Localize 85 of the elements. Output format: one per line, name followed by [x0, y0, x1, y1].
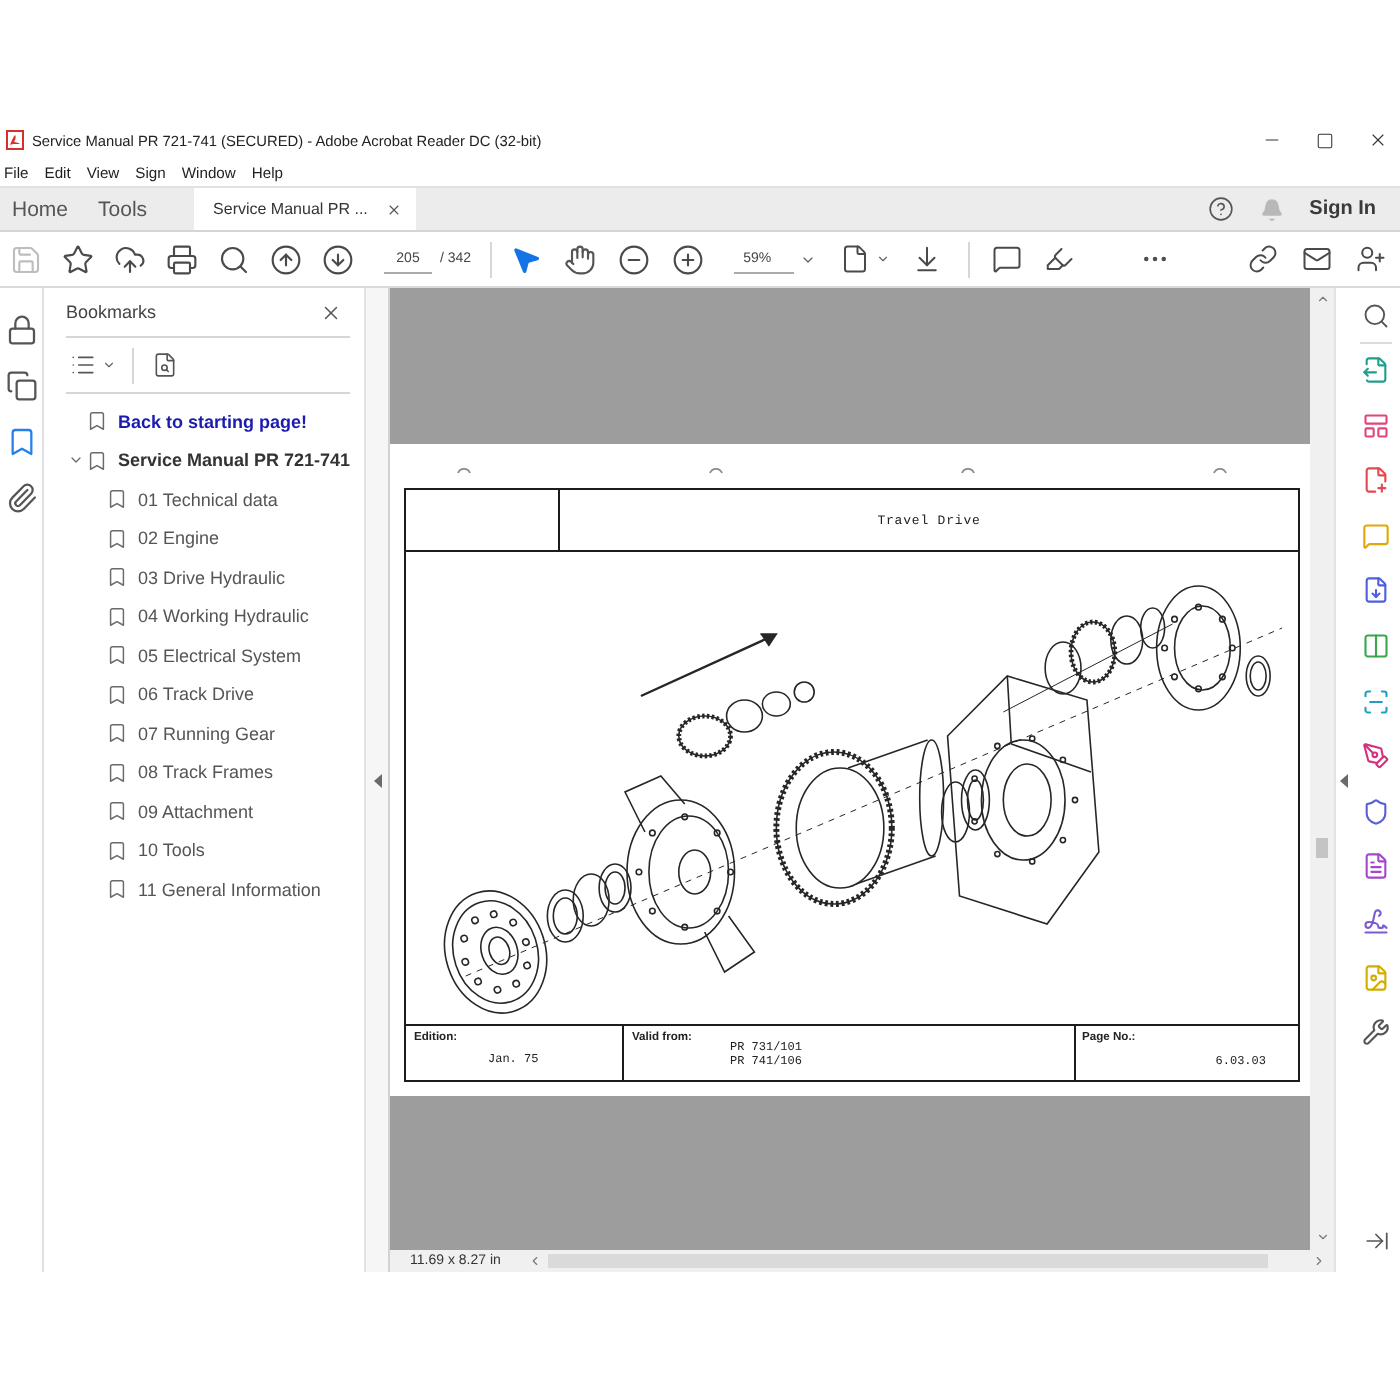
bookmark-icon [86, 410, 108, 433]
close-icon[interactable] [1368, 130, 1388, 150]
document-icon[interactable] [1362, 852, 1390, 881]
panel-title: Bookmarks [66, 302, 157, 322]
shield-icon[interactable] [1362, 797, 1390, 826]
punch-hole-icon [708, 462, 724, 474]
bookmark-item[interactable]: Back to starting page! [66, 402, 308, 441]
close-icon[interactable] [385, 201, 402, 217]
tab[interactable]: Service Manual PR ... [193, 188, 416, 230]
paperclip-icon[interactable] [5, 482, 37, 514]
bookmark-icon [106, 488, 128, 511]
bookmark-icon [106, 566, 128, 589]
bookmark-item[interactable]: 11 General Information [66, 870, 321, 909]
two-columns-icon[interactable] [1362, 631, 1390, 660]
search-icon[interactable] [1362, 302, 1390, 330]
maximize-icon[interactable] [1316, 131, 1334, 149]
bookmark-icon [106, 683, 128, 706]
bookmark-item[interactable]: 04 Working Hydraulic [66, 597, 309, 636]
bookmark-icon [106, 761, 128, 784]
star-icon[interactable] [62, 243, 94, 275]
bookmark-icon [86, 449, 108, 472]
tab[interactable]: Home [0, 188, 87, 230]
arrow-down-circle-icon[interactable] [322, 243, 354, 275]
vertical-scrollbar[interactable] [1310, 288, 1334, 1250]
pointer-icon[interactable] [510, 243, 543, 275]
arrow-up-circle-icon[interactable] [270, 243, 302, 275]
zoom-out-icon[interactable] [618, 243, 651, 275]
bookmark-icon [106, 605, 128, 628]
bookmark-item[interactable]: 07 Running Gear [66, 714, 276, 753]
link-icon[interactable] [1248, 244, 1278, 274]
comment-icon[interactable] [992, 244, 1023, 274]
scan-icon[interactable] [1362, 687, 1390, 716]
bookmark-item[interactable]: 09 Attachment [66, 792, 254, 831]
sign-in-button[interactable]: Sign In [1309, 198, 1376, 220]
bookmark-item[interactable]: 02 Engine [66, 519, 220, 558]
hand-icon[interactable] [564, 243, 597, 275]
scroll-down-icon[interactable] [1315, 1230, 1329, 1244]
file-search-icon[interactable] [152, 352, 178, 378]
punch-hole-icon [960, 462, 976, 474]
bookmark-item[interactable]: Service Manual PR 721-741 [66, 441, 351, 480]
cloud-upload-icon[interactable] [114, 243, 146, 275]
bookmark-item[interactable]: 05 Electrical System [66, 636, 302, 675]
scrollbar-thumb[interactable] [1316, 838, 1328, 858]
user-plus-icon[interactable] [1356, 244, 1386, 274]
printer-icon[interactable] [166, 243, 198, 275]
bookmark-icon [106, 839, 128, 862]
pdf-app-icon [6, 130, 24, 150]
bookmark-item[interactable]: 10 Tools [66, 831, 205, 870]
bookmark-icon [106, 800, 128, 823]
bookmark-item[interactable]: 08 Track Frames [66, 753, 274, 792]
scroll-right-icon[interactable] [1312, 1254, 1326, 1268]
close-icon[interactable] [320, 301, 342, 323]
bookmark-item[interactable]: 03 Drive Hydraulic [66, 558, 286, 597]
punch-hole-icon [456, 462, 472, 474]
bookmark-icon [106, 878, 128, 901]
page-icon[interactable] [840, 244, 871, 274]
bookmark-item[interactable]: 01 Technical data [66, 480, 278, 519]
file-export-icon[interactable] [1362, 356, 1390, 384]
bookmark-icon [106, 722, 128, 745]
collapse-caret-icon[interactable] [1340, 773, 1348, 787]
zoom-in-icon[interactable] [672, 243, 705, 275]
pages-icon[interactable] [5, 370, 37, 402]
tab[interactable]: Tools [86, 188, 166, 230]
bookmark-item[interactable]: 06 Track Drive [66, 675, 255, 714]
mail-icon[interactable] [1302, 244, 1332, 274]
scroll-left-icon[interactable] [528, 1254, 543, 1268]
help-icon[interactable] [1207, 196, 1234, 222]
file-plus-icon[interactable] [1362, 466, 1390, 495]
signature-icon[interactable] [1362, 907, 1390, 936]
arrow-to-line-icon[interactable] [1363, 1228, 1389, 1254]
collapse-caret-icon[interactable] [373, 773, 381, 787]
dropdown-caret-icon[interactable] [875, 252, 890, 266]
search-icon[interactable] [218, 243, 250, 275]
wrench-icon[interactable] [1362, 1018, 1390, 1047]
punch-hole-icon [1212, 462, 1228, 474]
scroll-up-icon[interactable] [1315, 292, 1329, 306]
bookmark-icon [106, 527, 128, 550]
lock-icon[interactable] [5, 314, 37, 346]
highlighter-icon[interactable] [1044, 244, 1075, 274]
pen-icon[interactable] [1362, 742, 1390, 771]
layout-panel-icon[interactable] [1362, 411, 1390, 440]
arrow-down-to-line-icon[interactable] [912, 244, 943, 274]
dropdown-caret-icon[interactable] [102, 358, 116, 372]
file-download-icon[interactable] [1362, 576, 1390, 605]
bookmark-icon [106, 644, 128, 667]
